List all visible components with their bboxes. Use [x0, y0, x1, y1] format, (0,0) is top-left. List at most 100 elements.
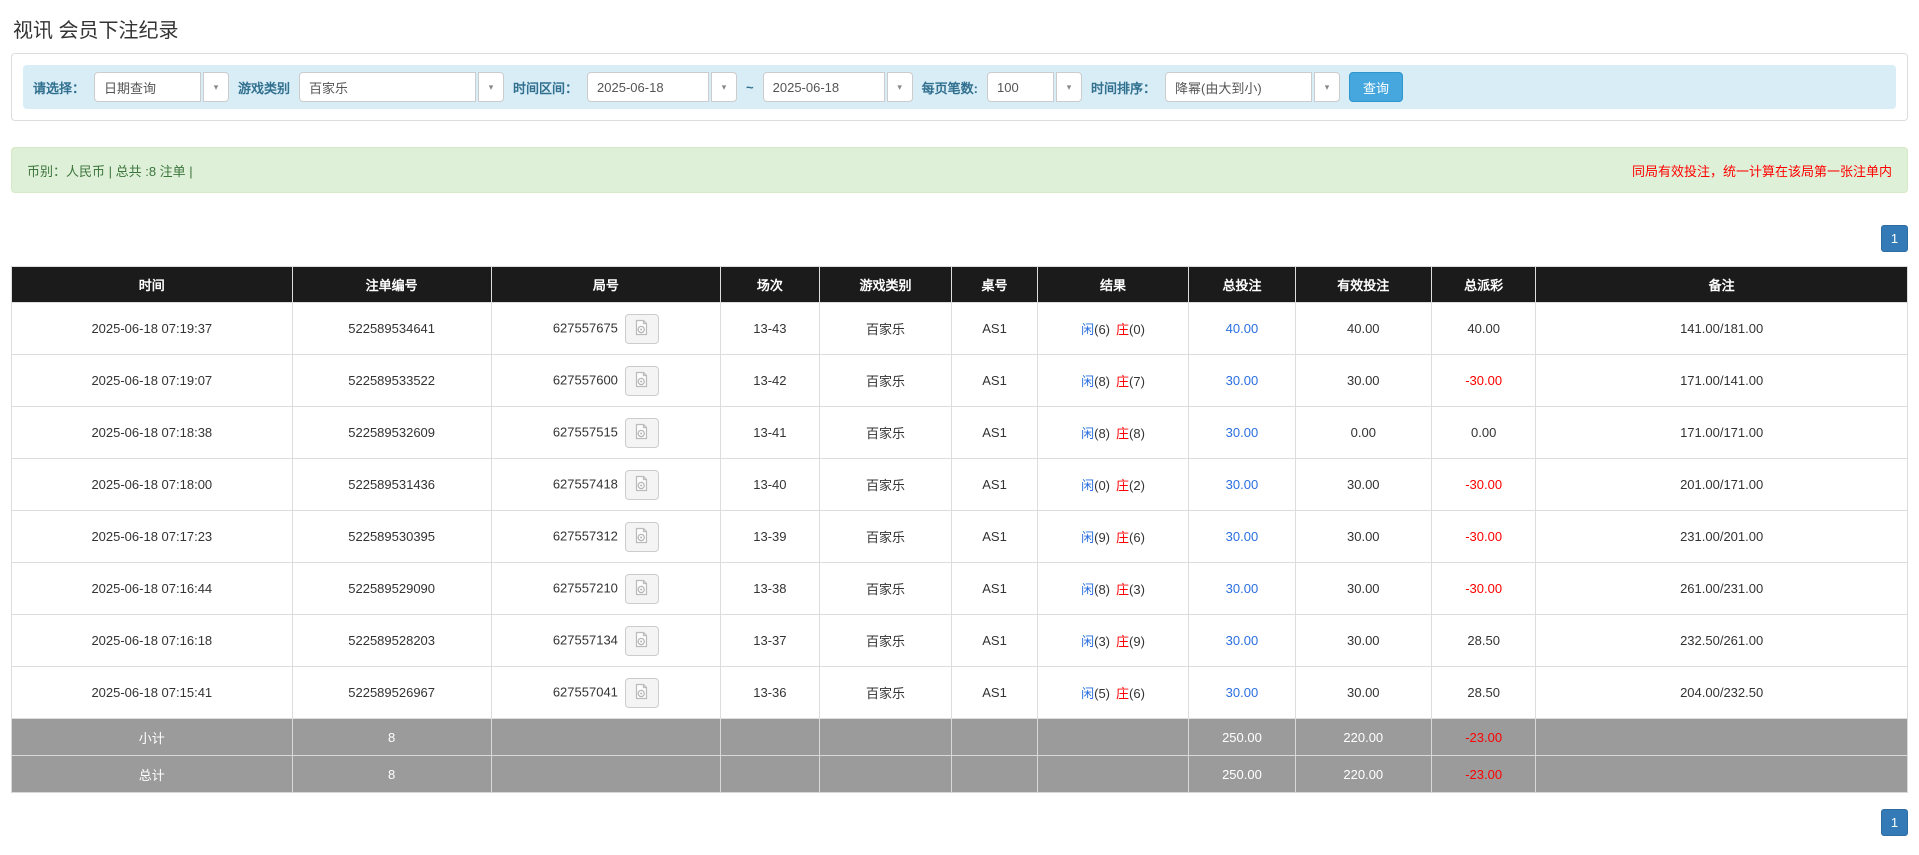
- video-replay-button[interactable]: [624, 313, 659, 344]
- cell-time: 2025-06-18 07:18:38: [11, 406, 293, 459]
- video-file-icon: [633, 683, 650, 703]
- sort-value: 降幂(由大到小): [1165, 72, 1312, 102]
- video-file-icon: [633, 631, 650, 651]
- header-session: 场次: [720, 266, 820, 303]
- page-1-button[interactable]: 1: [1881, 225, 1908, 252]
- total-bet-link[interactable]: 40.00: [1226, 321, 1259, 336]
- cell-session: 13-40: [720, 458, 820, 511]
- sort-select[interactable]: 降幂(由大到小) ▾: [1165, 72, 1340, 102]
- player-result-score: (3): [1094, 634, 1111, 649]
- round-id-text: 627557134: [552, 631, 618, 647]
- subtotal-total-bet: 250.00: [1188, 718, 1296, 756]
- video-file-icon: [633, 475, 650, 495]
- player-result-score: (8): [1094, 426, 1111, 441]
- video-replay-button[interactable]: [624, 677, 659, 708]
- total-bet-link[interactable]: 30.00: [1226, 529, 1259, 544]
- total-bet-link[interactable]: 30.00: [1226, 581, 1259, 596]
- banker-result-score: (9): [1129, 634, 1145, 649]
- cell-table-no: AS1: [951, 666, 1038, 719]
- total-bet-link[interactable]: 30.00: [1226, 373, 1259, 388]
- filter-bar: 请选择： 日期查询 ▾ 游戏类别 百家乐 ▾ 时间区间： 2025-06-18 …: [23, 65, 1896, 109]
- cell-game-type: 百家乐: [818, 406, 953, 459]
- header-time: 时间: [11, 266, 293, 303]
- header-table-no: 桌号: [951, 266, 1038, 303]
- game-type-select[interactable]: 百家乐 ▾: [299, 72, 505, 102]
- date-to-select[interactable]: 2025-06-18 ▾: [762, 72, 913, 102]
- summary-currency-count: 币别：人民币 | 总共 :8 注单 |: [27, 163, 193, 179]
- video-replay-button[interactable]: [624, 573, 659, 604]
- cell-time: 2025-06-18 07:16:18: [11, 614, 293, 667]
- cell-valid-bet: 30.00: [1294, 510, 1433, 563]
- table-row: 2025-06-18 07:15:41 522589526967 6275570…: [11, 666, 1908, 719]
- cell-valid-bet: 0.00: [1294, 406, 1433, 459]
- cell-payout: 28.50: [1431, 614, 1537, 667]
- cell-remark: 171.00/171.00: [1535, 406, 1908, 459]
- header-remark: 备注: [1535, 266, 1908, 303]
- cell-round-id: 627557210: [490, 562, 722, 615]
- total-bet-link[interactable]: 30.00: [1226, 633, 1259, 648]
- cell-bet-id: 522589534641: [291, 302, 492, 355]
- player-result-label: 闲: [1081, 322, 1095, 337]
- video-replay-button[interactable]: [624, 417, 659, 448]
- chevron-down-icon: ▾: [203, 72, 230, 102]
- date-from-select[interactable]: 2025-06-18 ▾: [587, 72, 738, 102]
- page-size-select[interactable]: 100 ▾: [986, 72, 1082, 102]
- table-header-row: 时间 注单编号 局号 场次 游戏类别 桌号 结果 总投注 有效投注 总派彩 备注: [11, 266, 1908, 303]
- cell-table-no: AS1: [951, 510, 1038, 563]
- banker-result-score: (6): [1129, 686, 1145, 701]
- cell-bet-id: 522589529090: [291, 562, 492, 615]
- cell-round-id: 627557134: [490, 614, 722, 667]
- chevron-down-icon: ▾: [478, 72, 505, 102]
- query-type-select[interactable]: 日期查询 ▾: [94, 72, 230, 102]
- cell-result: 闲(8) 庄(7): [1036, 354, 1190, 407]
- cell-payout: 0.00: [1431, 406, 1537, 459]
- player-result-score: (8): [1094, 374, 1111, 389]
- pagination-bottom: 1: [11, 809, 1908, 836]
- cell-time: 2025-06-18 07:18:00: [11, 458, 293, 511]
- banker-result-label: 庄: [1116, 322, 1130, 337]
- header-total-bet: 总投注: [1188, 266, 1296, 303]
- player-result-label: 闲: [1081, 478, 1095, 493]
- cell-result: 闲(3) 庄(9): [1036, 614, 1190, 667]
- video-replay-button[interactable]: [624, 625, 659, 656]
- video-replay-button[interactable]: [624, 521, 659, 552]
- cell-valid-bet: 40.00: [1294, 302, 1433, 355]
- cell-time: 2025-06-18 07:15:41: [11, 666, 293, 719]
- video-replay-button[interactable]: [624, 469, 659, 500]
- game-type-label: 游戏类别: [238, 80, 291, 96]
- cell-total-bet: 30.00: [1188, 666, 1296, 719]
- cell-valid-bet: 30.00: [1294, 666, 1433, 719]
- date-from-value: 2025-06-18: [587, 72, 710, 102]
- sort-label: 时间排序：: [1090, 80, 1156, 96]
- round-id-text: 627557515: [552, 423, 618, 439]
- cell-table-no: AS1: [951, 302, 1038, 355]
- banker-result-score: (0): [1129, 322, 1145, 337]
- banker-result-score: (3): [1129, 582, 1145, 597]
- video-replay-button[interactable]: [624, 365, 659, 396]
- cell-time: 2025-06-18 07:19:07: [11, 354, 293, 407]
- summary-bar: 币别：人民币 | 总共 :8 注单 | 同局有效投注，统一计算在该局第一张注单内: [11, 147, 1908, 193]
- cell-valid-bet: 30.00: [1294, 562, 1433, 615]
- chevron-down-icon: ▾: [886, 72, 913, 102]
- video-file-icon: [633, 579, 650, 599]
- cell-result: 闲(5) 庄(6): [1036, 666, 1190, 719]
- player-result-label: 闲: [1081, 374, 1095, 389]
- cell-remark: 141.00/181.00: [1535, 302, 1908, 355]
- search-button[interactable]: 查询: [1349, 72, 1404, 102]
- total-bet-link[interactable]: 30.00: [1226, 685, 1259, 700]
- total-bet-link[interactable]: 30.00: [1226, 425, 1259, 440]
- cell-game-type: 百家乐: [818, 562, 953, 615]
- cell-round-id: 627557312: [490, 510, 722, 563]
- cell-bet-id: 522589532609: [291, 406, 492, 459]
- cell-round-id: 627557515: [490, 406, 722, 459]
- cell-session: 13-41: [720, 406, 820, 459]
- banker-result-label: 庄: [1116, 374, 1130, 389]
- cell-round-id: 627557041: [490, 666, 722, 719]
- total-bet-link[interactable]: 30.00: [1226, 477, 1259, 492]
- date-to-value: 2025-06-18: [762, 72, 885, 102]
- player-result-score: (9): [1094, 530, 1111, 545]
- cell-remark: 231.00/201.00: [1535, 510, 1908, 563]
- player-result-label: 闲: [1081, 426, 1095, 441]
- page-1-button[interactable]: 1: [1881, 809, 1908, 836]
- cell-payout: -30.00: [1431, 354, 1537, 407]
